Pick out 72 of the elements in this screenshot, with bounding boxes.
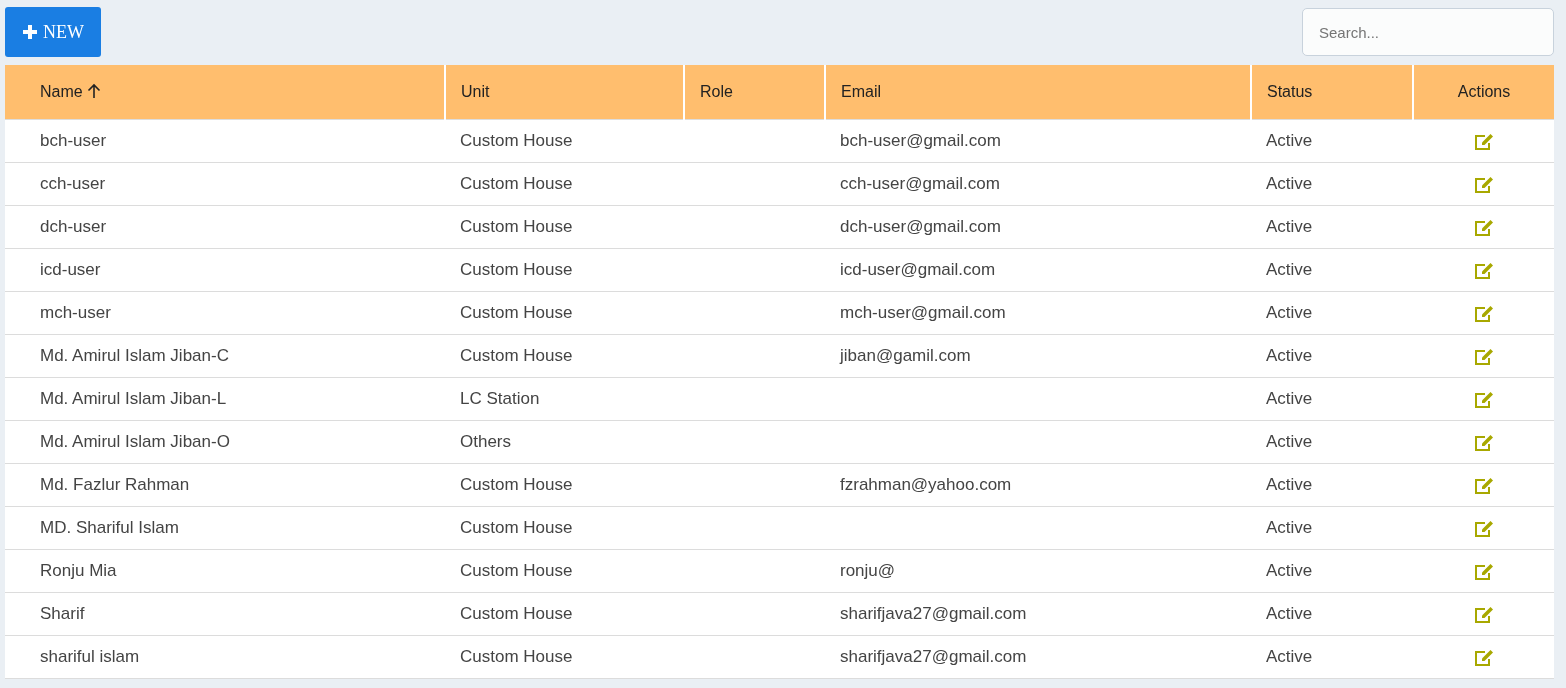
table-cell: Custom House bbox=[445, 248, 684, 292]
table-cell: Custom House bbox=[445, 119, 684, 163]
table-cell: Custom House bbox=[445, 549, 684, 593]
column-header[interactable]: Name bbox=[5, 65, 445, 120]
table-cell: Md. Fazlur Rahman bbox=[5, 463, 445, 507]
table-cell: Custom House bbox=[445, 506, 684, 550]
table-cell: Custom House bbox=[445, 463, 684, 507]
table-cell: Custom House bbox=[445, 291, 684, 335]
table-cell: Active bbox=[1251, 205, 1413, 249]
table-cell: Custom House bbox=[445, 205, 684, 249]
table-cell: cch-user@gmail.com bbox=[825, 162, 1251, 206]
table-cell: Active bbox=[1251, 162, 1413, 206]
column-header[interactable]: Status bbox=[1251, 65, 1413, 120]
sort-arrow-icon bbox=[86, 83, 101, 99]
table-cell: Active bbox=[1251, 334, 1413, 378]
table-cell: MD. Shariful Islam bbox=[5, 506, 445, 550]
edit-icon[interactable] bbox=[1473, 218, 1494, 237]
table-cell: dch-user@gmail.com bbox=[825, 205, 1251, 249]
table-cell: Active bbox=[1251, 119, 1413, 163]
table-cell: icd-user bbox=[5, 248, 445, 292]
table-cell: Md. Amirul Islam Jiban-C bbox=[5, 334, 445, 378]
table-cell: Active bbox=[1251, 549, 1413, 593]
edit-icon[interactable] bbox=[1473, 648, 1494, 667]
table-cell: Md. Amirul Islam Jiban-O bbox=[5, 420, 445, 464]
column-header[interactable]: Unit bbox=[445, 65, 684, 120]
plus-icon bbox=[22, 24, 38, 40]
column-header[interactable]: Actions bbox=[1413, 65, 1554, 120]
table-cell: Ronju Mia bbox=[5, 549, 445, 593]
table-cell: mch-user bbox=[5, 291, 445, 335]
edit-icon[interactable] bbox=[1473, 519, 1494, 538]
edit-icon[interactable] bbox=[1473, 175, 1494, 194]
table-cell: Active bbox=[1251, 377, 1413, 421]
table-cell: mch-user@gmail.com bbox=[825, 291, 1251, 335]
edit-icon[interactable] bbox=[1473, 476, 1494, 495]
table-cell: Custom House bbox=[445, 635, 684, 679]
column-header[interactable]: Email bbox=[825, 65, 1251, 120]
edit-icon[interactable] bbox=[1473, 261, 1494, 280]
table-cell: jiban@gamil.com bbox=[825, 334, 1251, 378]
edit-icon[interactable] bbox=[1473, 304, 1494, 323]
table-cell: Md. Amirul Islam Jiban-L bbox=[5, 377, 445, 421]
edit-icon[interactable] bbox=[1473, 433, 1494, 452]
edit-icon[interactable] bbox=[1473, 347, 1494, 366]
table-cell: icd-user@gmail.com bbox=[825, 248, 1251, 292]
new-button[interactable]: NEW bbox=[5, 7, 101, 57]
table-cell: Active bbox=[1251, 506, 1413, 550]
table-cell: Sharif bbox=[5, 592, 445, 636]
column-header[interactable]: Role bbox=[684, 65, 825, 120]
table-cell: Others bbox=[445, 420, 684, 464]
table-cell: Active bbox=[1251, 291, 1413, 335]
table-cell: dch-user bbox=[5, 205, 445, 249]
table-cell: Active bbox=[1251, 463, 1413, 507]
table-cell: Active bbox=[1251, 635, 1413, 679]
table-cell: fzrahman@yahoo.com bbox=[825, 463, 1251, 507]
edit-icon[interactable] bbox=[1473, 605, 1494, 624]
table-cell: Active bbox=[1251, 248, 1413, 292]
edit-icon[interactable] bbox=[1473, 562, 1494, 581]
table-cell: LC Station bbox=[445, 377, 684, 421]
edit-icon[interactable] bbox=[1473, 390, 1494, 409]
search-field[interactable]: Search... bbox=[1302, 8, 1554, 56]
table-cell: Active bbox=[1251, 420, 1413, 464]
edit-icon[interactable] bbox=[1473, 132, 1494, 151]
table-cell: ronju@ bbox=[825, 549, 1251, 593]
table-cell: shariful islam bbox=[5, 635, 445, 679]
table-cell: Custom House bbox=[445, 162, 684, 206]
table-cell: Active bbox=[1251, 592, 1413, 636]
table-cell: cch-user bbox=[5, 162, 445, 206]
table-cell: bch-user bbox=[5, 119, 445, 163]
table-cell: sharifjava27@gmail.com bbox=[825, 592, 1251, 636]
table-cell: Custom House bbox=[445, 334, 684, 378]
table-cell: sharifjava27@gmail.com bbox=[825, 635, 1251, 679]
table-cell: Custom House bbox=[445, 592, 684, 636]
table-cell: bch-user@gmail.com bbox=[825, 119, 1251, 163]
